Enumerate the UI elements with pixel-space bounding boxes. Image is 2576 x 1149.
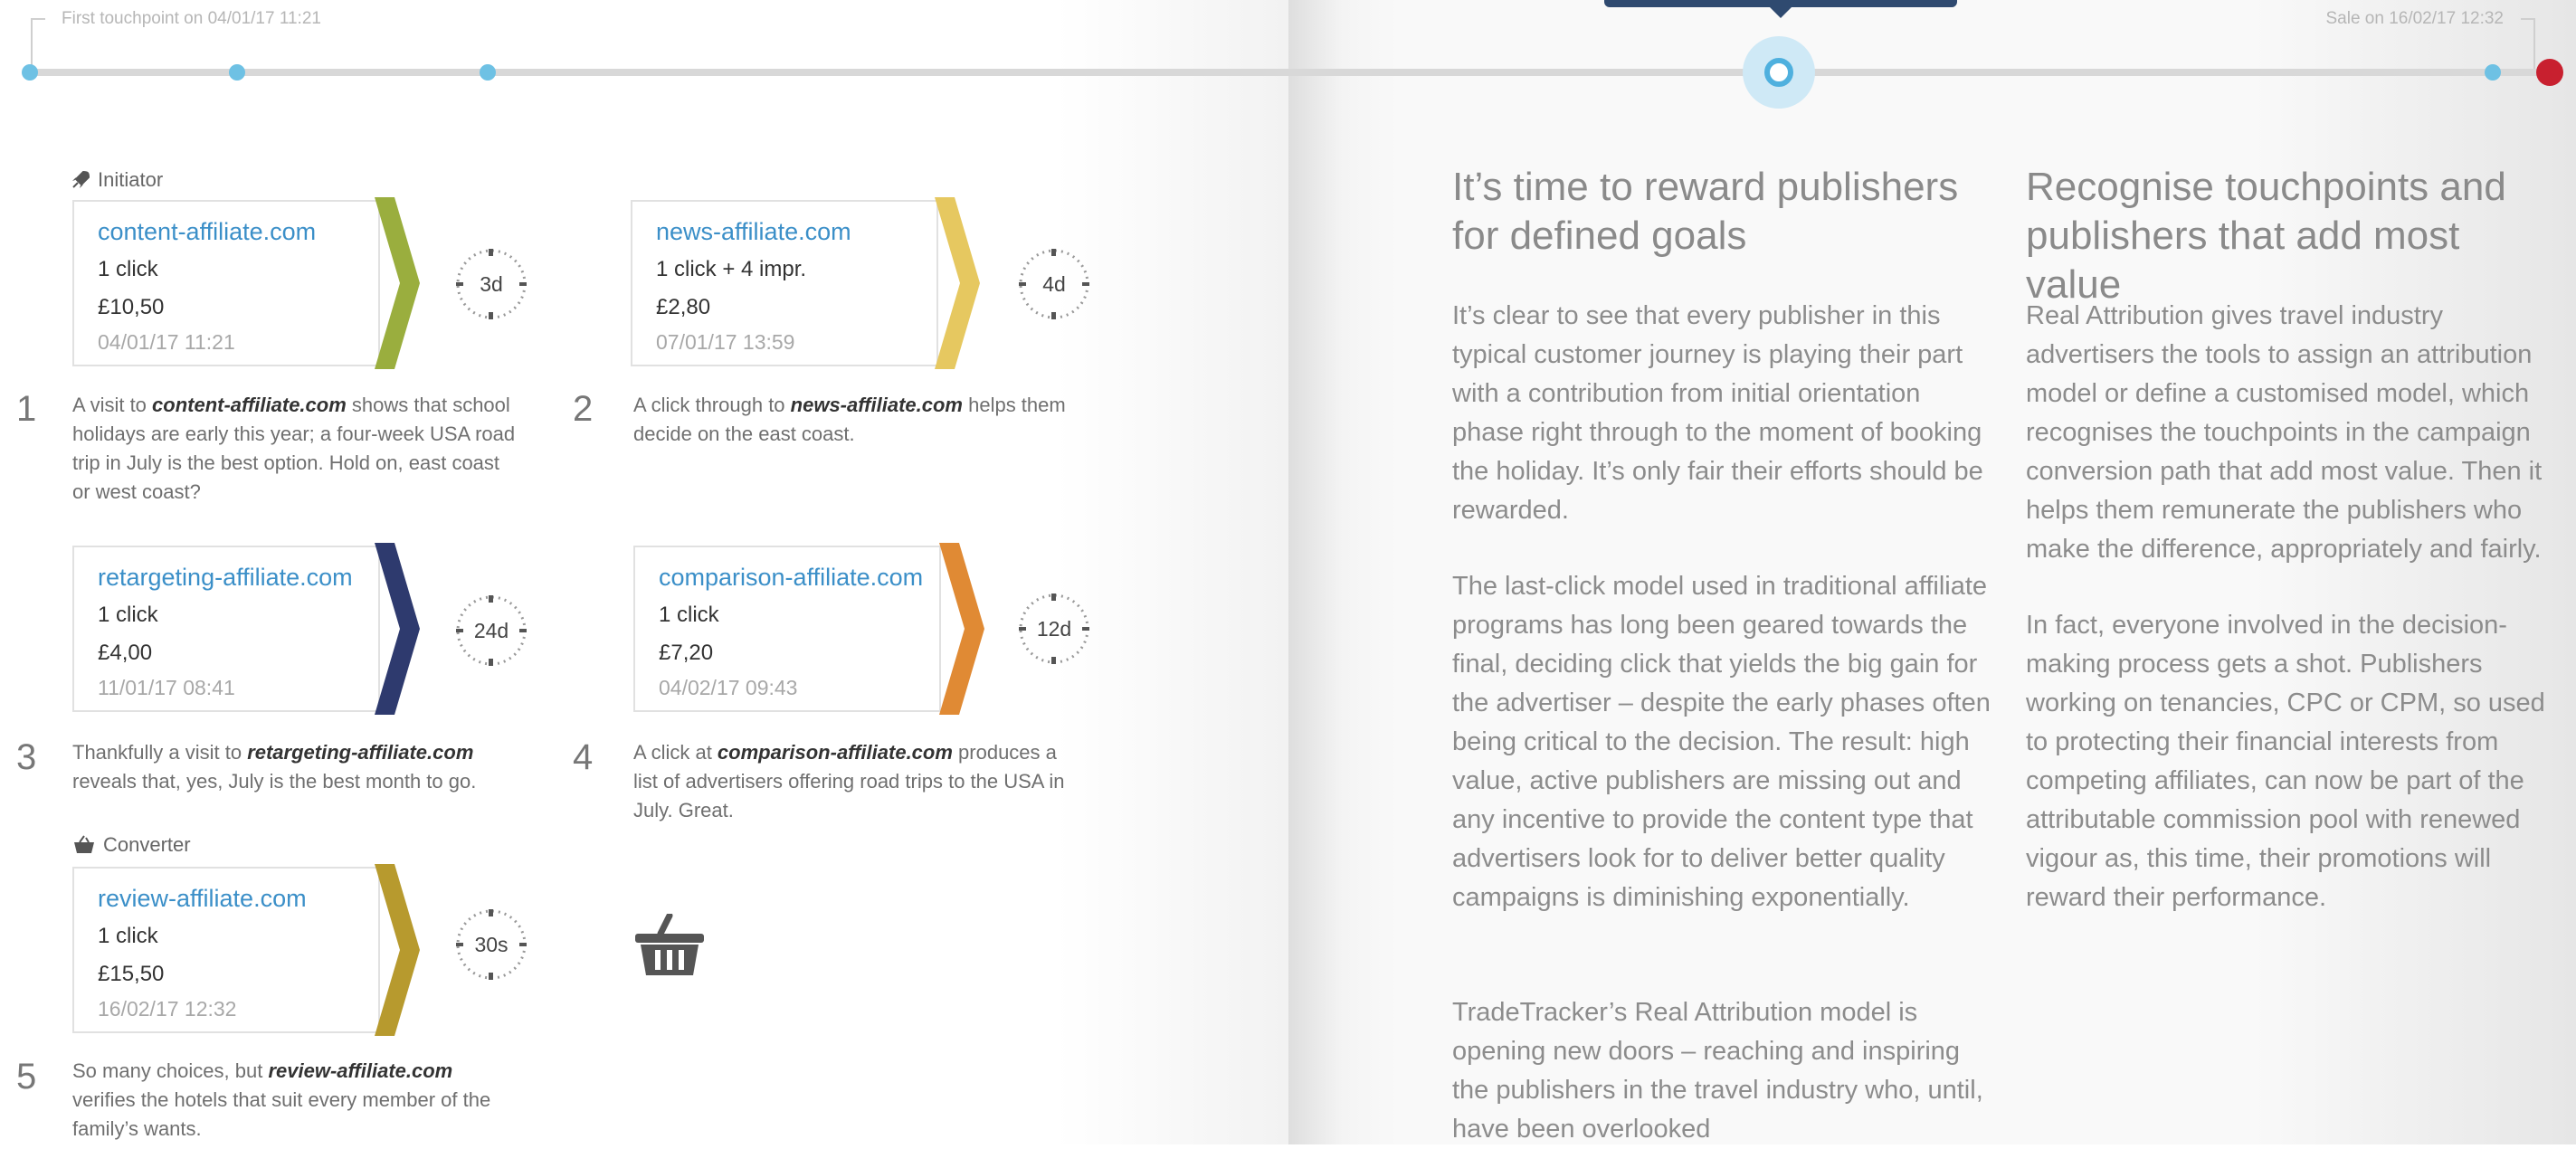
- timeline-point-3[interactable]: [480, 64, 496, 81]
- step-description: A visit to content-affiliate.com shows t…: [72, 394, 516, 503]
- publisher-domain[interactable]: content-affiliate.com: [98, 218, 316, 246]
- chevron-arrow-icon: [935, 197, 980, 369]
- touchpoint-timestamp: 04/02/17 09:43: [659, 676, 798, 699]
- column-2-paragraph-2: In fact, everyone involved in the decisi…: [2026, 611, 2545, 912]
- time-gap: 12d: [1036, 617, 1072, 641]
- stopwatch-icon: 3d: [454, 247, 528, 321]
- step-description: So many choices, but review-affiliate.co…: [72, 1059, 491, 1140]
- stopwatch-icon: 30s: [454, 907, 528, 982]
- column-1-paragraph-2: The last-click model used in traditional…: [1452, 572, 1991, 912]
- column-1-paragraph-3: TradeTracker’s Real Attribution model is…: [1452, 998, 1983, 1144]
- publisher-name: content-affiliate.com: [152, 394, 347, 416]
- chevron-arrow-icon: [375, 864, 420, 1036]
- interaction-count: 1 click + 4 impr.: [656, 257, 807, 281]
- publisher-name: news-affiliate.com: [790, 394, 963, 416]
- chevron-arrow-icon: [939, 543, 984, 715]
- shopping-basket-icon: [635, 914, 704, 975]
- sale-label: Sale on 16/02/17 12:32: [2325, 9, 2504, 28]
- column-2-paragraph-1: Real Attribution gives travel industry a…: [2026, 301, 2543, 564]
- commission-value: £15,50: [98, 962, 165, 986]
- stopwatch-icon: 24d: [454, 593, 528, 668]
- touchpoint-card-3[interactable]: retargeting-affiliate.com 1 click £4,00 …: [72, 546, 380, 712]
- publisher-name: review-affiliate.com: [268, 1059, 453, 1082]
- step-description: A click through to news-affiliate.com he…: [633, 394, 1066, 445]
- step-number: 2: [573, 389, 594, 429]
- timeline-point-4-selected[interactable]: [1764, 58, 1793, 87]
- touchpoint-timestamp: 07/01/17 13:59: [656, 330, 795, 354]
- commission-value: £4,00: [98, 641, 153, 665]
- time-gap: 24d: [473, 619, 509, 642]
- commission-value: £2,80: [656, 295, 711, 319]
- initiator-text: Initiator: [98, 168, 164, 191]
- touchpoint-timestamp: 11/01/17 08:41: [98, 676, 235, 699]
- first-touchpoint-label: First touchpoint on 04/01/17 11:21: [62, 9, 321, 28]
- timeline-start-bracket: [31, 18, 45, 69]
- touchpoint-card-4[interactable]: comparison-affiliate.com 1 click £7,20 0…: [633, 546, 941, 712]
- step-description: Thankfully a visit to retargeting-affili…: [72, 741, 477, 793]
- time-gap: 30s: [474, 933, 509, 956]
- chevron-arrow-icon: [375, 197, 420, 369]
- converter-label: Converter: [72, 833, 191, 857]
- timeline-point-1[interactable]: [22, 64, 38, 81]
- time-gap: 3d: [480, 272, 503, 296]
- timeline-sale-point[interactable]: [2536, 59, 2563, 86]
- rocket-icon: [72, 170, 90, 188]
- publisher-name: comparison-affiliate.com: [717, 741, 953, 764]
- column-1-paragraph-1: It’s clear to see that every publisher i…: [1452, 301, 1983, 525]
- step-number: 5: [16, 1057, 37, 1097]
- converter-text: Converter: [103, 833, 191, 856]
- stopwatch-icon: 12d: [1017, 592, 1091, 666]
- timeline-point-2[interactable]: [229, 64, 245, 81]
- commission-value: £10,50: [98, 295, 165, 319]
- step-number: 1: [16, 389, 37, 429]
- time-gap: 4d: [1042, 272, 1066, 296]
- step-number: 4: [573, 737, 594, 777]
- step-number: 3: [16, 737, 37, 777]
- timeline-tooltip-pointer: [1768, 5, 1793, 18]
- publisher-domain[interactable]: review-affiliate.com: [98, 885, 307, 913]
- publisher-domain[interactable]: news-affiliate.com: [656, 218, 851, 246]
- interaction-count: 1 click: [98, 924, 158, 948]
- touchpoint-card-2[interactable]: news-affiliate.com 1 click + 4 impr. £2,…: [631, 200, 938, 366]
- column-2-heading: Recognise touchpoints and publishers tha…: [2026, 165, 2506, 307]
- touchpoint-card-5[interactable]: review-affiliate.com 1 click £15,50 16/0…: [72, 867, 380, 1033]
- journey-timeline: [27, 69, 2552, 76]
- initiator-label: Initiator: [71, 168, 163, 192]
- publisher-domain[interactable]: retargeting-affiliate.com: [98, 564, 353, 592]
- interaction-count: 1 click: [98, 257, 158, 281]
- basket-icon: [74, 835, 94, 853]
- step-description: A click at comparison-affiliate.com prod…: [633, 741, 1065, 821]
- column-1-heading: It’s time to reward publishers for defin…: [1452, 165, 1959, 258]
- publisher-name: retargeting-affiliate.com: [247, 741, 474, 764]
- timeline-end-bracket: [2521, 18, 2535, 69]
- interaction-count: 1 click: [98, 603, 158, 627]
- touchpoint-timestamp: 16/02/17 12:32: [98, 997, 237, 1021]
- commission-value: £7,20: [659, 641, 714, 665]
- touchpoint-timestamp: 04/01/17 11:21: [98, 330, 235, 354]
- chevron-arrow-icon: [375, 543, 420, 715]
- touchpoint-card-1[interactable]: content-affiliate.com 1 click £10,50 04/…: [72, 200, 380, 366]
- stopwatch-icon: 4d: [1017, 247, 1091, 321]
- interaction-count: 1 click: [659, 603, 719, 627]
- publisher-domain[interactable]: comparison-affiliate.com: [659, 564, 923, 592]
- timeline-point-5[interactable]: [2485, 64, 2501, 81]
